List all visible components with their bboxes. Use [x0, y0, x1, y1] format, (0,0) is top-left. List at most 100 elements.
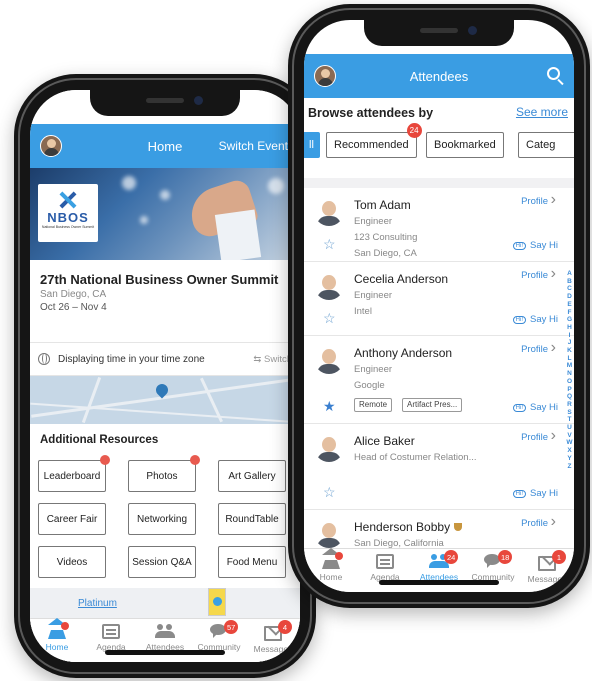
attendee-photo[interactable]: [314, 196, 344, 226]
alphabet-letter[interactable]: J: [566, 339, 573, 347]
venue-map[interactable]: [30, 376, 300, 424]
chip-recommended[interactable]: Recommended 24: [326, 123, 422, 158]
alphabet-letter[interactable]: H: [566, 324, 573, 332]
timezone-switch-button[interactable]: ⇆ Switch: [253, 354, 292, 365]
profile-link[interactable]: Profile: [521, 518, 548, 529]
alphabet-letter[interactable]: B: [566, 278, 573, 286]
resource-art-gallery-button[interactable]: Art Gallery: [218, 460, 286, 492]
tab-community[interactable]: Community 57: [192, 619, 246, 662]
attendee-detail: Intel: [354, 306, 372, 317]
tab-agenda[interactable]: Agenda: [84, 619, 138, 662]
attendee-row[interactable]: Alice Baker Head of Costumer Relation... P…: [304, 424, 574, 510]
notification-dot: [335, 552, 343, 560]
alphabet-letter[interactable]: M: [566, 362, 573, 370]
resource-career-fair-button[interactable]: Career Fair: [38, 503, 106, 535]
tab-messages[interactable]: Messages 1: [520, 549, 574, 592]
profile-link[interactable]: Profile: [521, 270, 548, 281]
bottom-tab-bar: Home Agenda Attendees 24 Community 18 Messages…: [304, 548, 574, 592]
alphabet-letter[interactable]: C: [566, 285, 573, 293]
chip-categories[interactable]: Categ: [518, 132, 574, 158]
alphabet-letter[interactable]: E: [566, 301, 573, 309]
attendee-detail: San Diego, California: [354, 538, 444, 548]
attendee-photo[interactable]: [314, 518, 344, 548]
resource-videos-button[interactable]: Videos: [38, 546, 106, 578]
alphabet-letter[interactable]: Y: [566, 455, 573, 463]
tab-agenda[interactable]: Agenda: [358, 549, 412, 592]
say-hi-button[interactable]: Say Hi: [513, 240, 558, 251]
profile-link[interactable]: Profile: [521, 432, 548, 443]
switch-event-button[interactable]: Switch Event: [219, 139, 288, 153]
sponsor-logo[interactable]: [208, 588, 226, 616]
tab-home[interactable]: Home: [304, 548, 358, 592]
alphabet-letter[interactable]: L: [566, 355, 573, 363]
alphabet-letter[interactable]: Z: [566, 463, 573, 471]
resource-food-menu-button[interactable]: Food Menu: [218, 546, 286, 578]
bookmark-star-icon[interactable]: ★: [323, 398, 336, 415]
event-logo: NBOS National Business Owner Summit: [38, 184, 98, 242]
see-more-link[interactable]: See more: [516, 105, 568, 119]
alphabet-letter[interactable]: I: [566, 332, 573, 340]
chevron-right-icon: ›: [550, 339, 556, 356]
alphabet-letter[interactable]: K: [566, 347, 573, 355]
attendee-row[interactable]: Henderson BobbySan Diego, CaliforniaSpea…: [304, 510, 574, 548]
attendee-photo[interactable]: [314, 432, 344, 462]
tab-home[interactable]: Home: [30, 618, 84, 662]
bookmark-star-icon[interactable]: ☆: [323, 310, 336, 327]
profile-link[interactable]: Profile: [521, 196, 548, 207]
event-location: San Diego, CA: [40, 289, 107, 300]
agenda-icon: [102, 624, 120, 639]
attendee-photo[interactable]: [314, 270, 344, 300]
attendee-photo[interactable]: [314, 344, 344, 374]
chip-bookmarked[interactable]: Bookmarked: [426, 132, 504, 158]
alphabet-index[interactable]: ABCDEFGHIJKLMNOPQRSTUVWXYZ: [566, 270, 573, 470]
bookmark-star-icon[interactable]: ☆: [323, 236, 336, 253]
attendee-name: Tom Adam: [354, 198, 411, 212]
alphabet-letter[interactable]: D: [566, 293, 573, 301]
alphabet-letter[interactable]: P: [566, 386, 573, 394]
tab-attendees[interactable]: Attendees: [138, 619, 192, 662]
event-banner: NBOS National Business Owner Summit: [30, 168, 300, 260]
profile-link[interactable]: Profile: [521, 344, 548, 355]
tab-messages[interactable]: Messages 4: [246, 619, 300, 662]
say-hi-button[interactable]: Say Hi: [513, 488, 558, 499]
alphabet-letter[interactable]: N: [566, 370, 573, 378]
tab-label: Home: [45, 642, 69, 652]
resource-roundtable-button[interactable]: RoundTable: [218, 503, 286, 535]
alphabet-letter[interactable]: R: [566, 401, 573, 409]
tab-community[interactable]: Community 18: [466, 549, 520, 592]
tab-count-badge: 1: [552, 550, 566, 564]
notification-dot: [100, 455, 110, 465]
alphabet-letter[interactable]: A: [566, 270, 573, 278]
alphabet-letter[interactable]: G: [566, 316, 573, 324]
sponsor-link[interactable]: Platinum: [78, 598, 117, 609]
alphabet-letter[interactable]: T: [566, 416, 573, 424]
alphabet-letter[interactable]: F: [566, 309, 573, 317]
alphabet-letter[interactable]: O: [566, 378, 573, 386]
globe-icon: [38, 353, 50, 365]
browse-title: Browse attendees by: [308, 106, 434, 120]
resource-networking-button[interactable]: Networking: [128, 503, 196, 535]
resource-session-q-a-button[interactable]: Session Q&A: [128, 546, 196, 578]
tab-count-badge: 57: [224, 620, 239, 634]
attendee-row[interactable]: Tom Adam Engineer 123 Consulting San Diego,…: [304, 188, 574, 262]
tab-attendees[interactable]: Attendees 24: [412, 549, 466, 592]
right-phone: Attendees Browse attendees by See more l…: [288, 4, 590, 608]
say-hi-button[interactable]: Say Hi: [513, 402, 558, 413]
say-hi-button[interactable]: Say Hi: [513, 314, 558, 325]
resource-photos-button[interactable]: Photos: [128, 455, 200, 492]
nav-title: Attendees: [409, 68, 469, 84]
alphabet-letter[interactable]: W: [566, 439, 573, 447]
attendee-row[interactable]: Cecelia Anderson Engineer Intel Profile› Say…: [304, 262, 574, 336]
chip-all[interactable]: ll: [304, 132, 320, 158]
alphabet-letter[interactable]: Q: [566, 393, 573, 401]
attendee-tag: Remote: [354, 398, 393, 412]
alphabet-letter[interactable]: S: [566, 409, 573, 417]
bookmark-star-icon[interactable]: ☆: [323, 484, 336, 501]
notification-dot: [190, 455, 200, 465]
resource-leaderboard-button[interactable]: Leaderboard: [38, 455, 110, 492]
alphabet-letter[interactable]: V: [566, 432, 573, 440]
alphabet-letter[interactable]: X: [566, 447, 573, 455]
attendee-row[interactable]: Anthony Anderson Engineer Google Remote Arti…: [304, 336, 574, 424]
alphabet-letter[interactable]: U: [566, 424, 573, 432]
search-icon[interactable]: [547, 67, 560, 80]
